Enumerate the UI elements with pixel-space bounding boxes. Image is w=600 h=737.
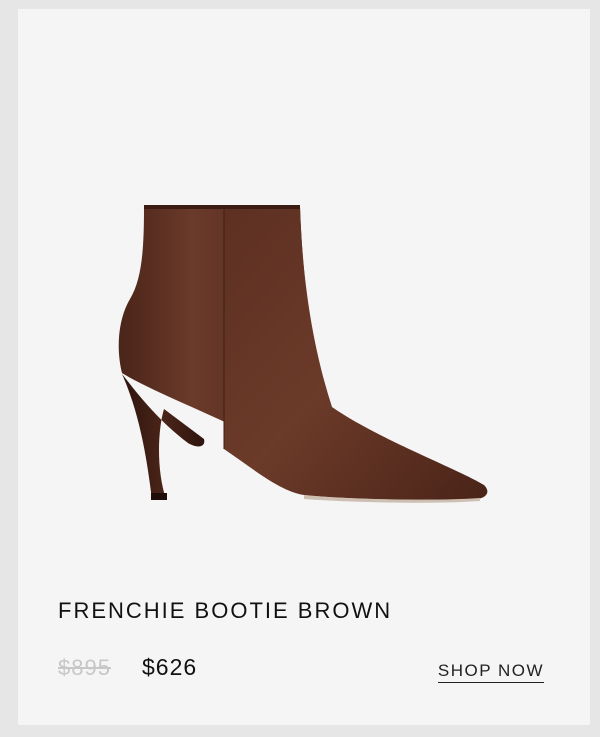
boot-vamp xyxy=(224,207,488,500)
sale-price: $626 xyxy=(142,654,198,680)
ankle-boot-illustration xyxy=(118,205,488,503)
product-image[interactable] xyxy=(18,9,590,569)
product-title: FRENCHIE BOOTIE BROWN xyxy=(58,598,393,623)
original-price: $895 xyxy=(58,655,111,680)
product-card[interactable]: FRENCHIE BOOTIE BROWN $895 $626 SHOP NOW xyxy=(18,9,590,725)
shop-now-link[interactable]: SHOP NOW xyxy=(437,661,544,683)
heel-tip xyxy=(151,493,167,500)
boot-collar xyxy=(144,205,300,209)
